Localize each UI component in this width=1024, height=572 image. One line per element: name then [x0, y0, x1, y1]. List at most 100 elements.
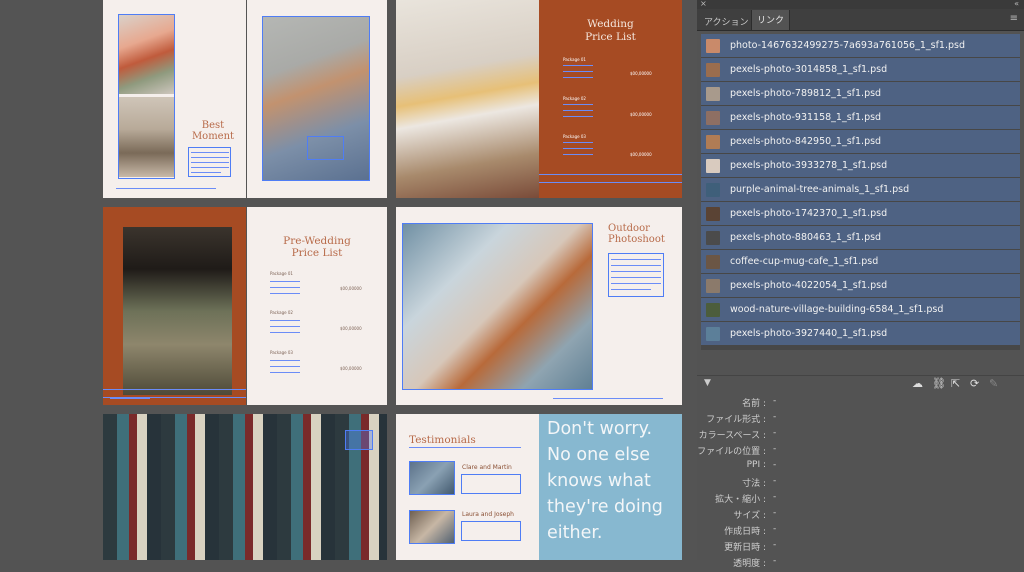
link-row[interactable]: wood-nature-village-building-6584_1_sf1.… — [701, 298, 1020, 321]
update-link-icon[interactable]: ⟳ — [970, 377, 979, 390]
info-value: - — [773, 476, 777, 486]
page-best-moment[interactable]: Best Moment — [103, 0, 246, 198]
panel-topbar: × « — [697, 0, 1024, 9]
links-toolbar: ▼ ☁ ⛓ ⇱ ⟳ ✎ — [697, 375, 1024, 394]
image-frame-selection[interactable] — [345, 430, 373, 450]
page-signs-wall[interactable] — [103, 414, 387, 560]
link-row[interactable]: pexels-photo-842950_1_sf1.psd — [701, 130, 1020, 153]
link-thumbnail-icon — [706, 183, 720, 197]
link-name: pexels-photo-931158_1_sf1.psd — [730, 112, 882, 123]
best-moment-line2: Moment — [191, 131, 235, 142]
link-row[interactable]: pexels-photo-789812_1_sf1.psd — [701, 82, 1020, 105]
text-frame-selection[interactable] — [461, 521, 521, 541]
page-testimonials[interactable]: Testimonials Clare and Martin Laura and … — [396, 414, 539, 560]
collapse-icon[interactable]: « — [1014, 0, 1019, 8]
image-frame-selection[interactable] — [409, 461, 455, 495]
wedding-price-line1: Wedding — [587, 18, 634, 30]
link-name: purple-animal-tree-animals_1_sf1.psd — [730, 184, 910, 195]
tab-links[interactable]: リンク — [751, 10, 791, 30]
page-outdoor-photoshoot[interactable]: Outdoor Photoshoot — [396, 207, 682, 405]
info-label: 透明度 : — [733, 559, 766, 569]
quote-line-1: Don't worry. — [547, 419, 653, 439]
pre-wedding-line2: Price List — [291, 247, 343, 259]
link-row[interactable]: pexels-photo-880463_1_sf1.psd — [701, 226, 1020, 249]
link-name: pexels-photo-1742370_1_sf1.psd — [730, 208, 888, 219]
quote-line-2: No one else — [547, 445, 651, 465]
link-row[interactable]: pexels-photo-3933278_1_sf1.psd — [701, 154, 1020, 177]
quote-line-4: they're doing — [547, 497, 663, 517]
link-row[interactable]: pexels-photo-3927440_1_sf1.psd — [701, 322, 1020, 345]
info-value: - — [773, 556, 777, 566]
pre-package-3-label: Package 03 — [270, 350, 293, 355]
link-thumbnail-icon — [706, 255, 720, 269]
page-portrait[interactable] — [247, 0, 387, 198]
link-thumbnail-icon — [706, 111, 720, 125]
link-name: pexels-photo-3933278_1_sf1.psd — [730, 160, 888, 171]
info-value: - — [773, 396, 777, 406]
link-name: pexels-photo-880463_1_sf1.psd — [730, 232, 882, 243]
go-to-link-icon[interactable]: ⇱ — [951, 377, 960, 390]
outdoor-line2: Photoshoot — [608, 234, 665, 245]
package-2-price: $00,00000 — [630, 112, 652, 117]
info-value: - — [773, 412, 777, 422]
relink-icon[interactable]: ⛓ — [932, 377, 946, 390]
pre-wedding-title: Pre-Wedding Price List — [247, 235, 387, 259]
info-label: 名前 : — [742, 399, 766, 409]
info-value: - — [773, 444, 777, 454]
info-label: 拡大・縮小 : — [715, 495, 766, 505]
panel-menu-icon[interactable]: ≡ — [1010, 13, 1018, 24]
image-frame-selection[interactable] — [409, 510, 455, 544]
text-frame-selection[interactable] — [307, 136, 344, 160]
text-frame-selection[interactable] — [461, 474, 521, 494]
page-doorway[interactable] — [103, 207, 246, 405]
info-label: 作成日時 : — [724, 527, 766, 537]
link-row[interactable]: pexels-photo-3014858_1_sf1.psd — [701, 58, 1020, 81]
package-3-price: $00,00000 — [630, 152, 652, 157]
link-thumbnail-icon — [706, 303, 720, 317]
page-bedroom[interactable] — [396, 0, 539, 198]
link-thumbnail-icon — [706, 159, 720, 173]
links-panel[interactable]: × « アクション リンク ≡ photo-1467632499275-7a69… — [697, 0, 1024, 569]
link-row[interactable]: pexels-photo-1742370_1_sf1.psd — [701, 202, 1020, 225]
page-marker — [553, 398, 663, 399]
link-row[interactable]: pexels-photo-931158_1_sf1.psd — [701, 106, 1020, 129]
package-2-label: Package 02 — [563, 96, 586, 101]
edit-original-icon[interactable]: ✎ — [989, 377, 998, 390]
link-row[interactable]: coffee-cup-mug-cafe_1_sf1.psd — [701, 250, 1020, 273]
link-thumbnail-icon — [706, 135, 720, 149]
tab-actions[interactable]: アクション — [699, 12, 754, 31]
info-value: - — [773, 492, 777, 502]
info-value: - — [773, 460, 777, 470]
cloud-icon[interactable]: ☁ — [912, 377, 923, 390]
outdoor-title: Outdoor Photoshoot — [608, 223, 668, 245]
quote-text: Don't worry. No one else knows what they… — [547, 416, 663, 546]
link-thumbnail-icon — [706, 231, 720, 245]
show-info-toggle-icon[interactable]: ▼ — [704, 378, 711, 388]
info-label: PPI : — [746, 460, 766, 470]
pre-wedding-line1: Pre-Wedding — [283, 235, 351, 247]
document-canvas[interactable]: Best Moment Wedding Price List Package 0… — [0, 0, 697, 560]
page-pre-wedding-price-list[interactable]: Pre-Wedding Price List Package 01 $00,00… — [247, 207, 387, 405]
wedding-price-title: Wedding Price List — [539, 18, 682, 44]
image-frame-selection[interactable] — [402, 223, 593, 390]
link-thumbnail-icon — [706, 327, 720, 341]
laura-and-joseph-name: Laura and Joseph — [462, 511, 514, 518]
bedroom-photo[interactable] — [396, 0, 539, 198]
image-frame-selection[interactable] — [118, 14, 175, 179]
page-quote[interactable]: Don't worry. No one else knows what they… — [539, 414, 682, 560]
close-icon[interactable]: × — [700, 0, 707, 8]
link-name: pexels-photo-3927440_1_sf1.psd — [730, 328, 888, 339]
info-value: - — [773, 428, 777, 438]
doorway-photo[interactable] — [123, 227, 232, 395]
package-1-price: $00,00000 — [630, 71, 652, 76]
pre-package-2-price: $00,00000 — [340, 326, 362, 331]
pre-package-1-label: Package 01 — [270, 271, 293, 276]
links-list[interactable]: photo-1467632499275-7a693a761056_1_sf1.p… — [701, 34, 1020, 350]
link-row[interactable]: photo-1467632499275-7a693a761056_1_sf1.p… — [701, 34, 1020, 57]
link-row[interactable]: pexels-photo-4022054_1_sf1.psd — [701, 274, 1020, 297]
page-marker — [110, 398, 150, 399]
link-row[interactable]: purple-animal-tree-animals_1_sf1.psd — [701, 178, 1020, 201]
link-name: pexels-photo-789812_1_sf1.psd — [730, 88, 882, 99]
link-name: pexels-photo-842950_1_sf1.psd — [730, 136, 882, 147]
page-wedding-price-list[interactable]: Wedding Price List Package 01 $00,00000 … — [539, 0, 682, 198]
